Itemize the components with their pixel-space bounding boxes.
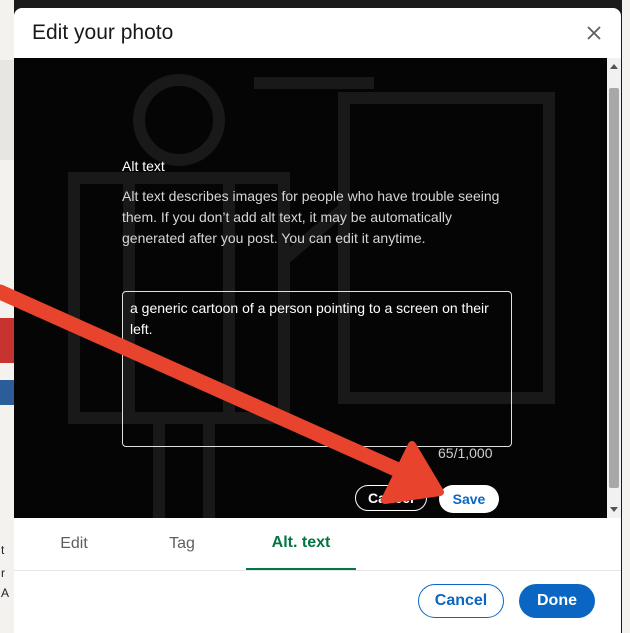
- dialog-title: Edit your photo: [32, 21, 174, 44]
- tab-edit[interactable]: Edit: [24, 518, 124, 570]
- alt-text-label: Alt text: [122, 158, 165, 174]
- photo-preview-image: [68, 74, 555, 518]
- done-button[interactable]: Done: [519, 584, 595, 618]
- close-icon: [587, 26, 601, 40]
- alt-text-cancel-button[interactable]: Cancel: [355, 485, 427, 511]
- editor-tabs: Edit Tag Alt. text: [14, 518, 621, 571]
- cancel-button[interactable]: Cancel: [418, 584, 504, 618]
- background-page-left: t r A: [0, 0, 14, 633]
- photo-canvas: Alt text Alt text describes images for p…: [14, 58, 607, 518]
- scrollbar-thumb[interactable]: [609, 88, 619, 488]
- alt-text-description: Alt text describes images for people who…: [122, 188, 500, 246]
- character-counter: 65/1,000: [438, 445, 493, 461]
- background-fragment: [0, 380, 14, 405]
- scroll-down-arrow-icon[interactable]: [610, 507, 618, 512]
- close-button[interactable]: [579, 18, 609, 48]
- background-text: A: [1, 586, 10, 600]
- scroll-up-arrow-icon[interactable]: [610, 64, 618, 69]
- alt-text-save-button[interactable]: Save: [439, 485, 499, 513]
- alt-text-input[interactable]: a generic cartoon of a person pointing t…: [122, 291, 512, 447]
- background-text: t: [1, 543, 5, 557]
- background-fragment: [0, 318, 14, 363]
- tab-alt-text[interactable]: Alt. text: [246, 518, 356, 570]
- tab-tag[interactable]: Tag: [132, 518, 232, 570]
- dialog-header: Edit your photo: [14, 8, 621, 58]
- canvas-scrollbar[interactable]: [607, 58, 621, 518]
- edit-photo-dialog: Edit your photo Alt text Alt text descri…: [14, 8, 621, 633]
- background-fragment: [0, 60, 14, 160]
- background-page-right: [622, 0, 630, 633]
- background-text: r: [1, 566, 5, 580]
